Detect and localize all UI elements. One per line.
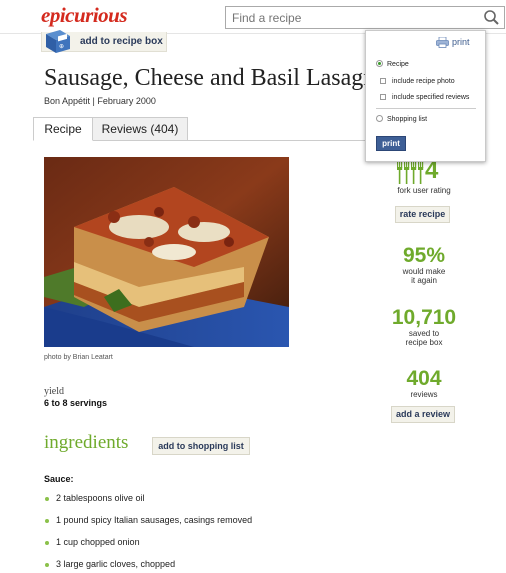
saved-label-line1: saved to <box>408 329 440 338</box>
reviews-stat: 404 reviews <box>380 367 468 400</box>
fork-rating-icon <box>396 160 424 189</box>
svg-text:⊕: ⊕ <box>59 44 64 50</box>
add-to-recipe-box-button[interactable]: ⊕ add to recipe box <box>41 30 167 53</box>
recipe-box-icon: ⊕ <box>42 28 74 59</box>
make-again-percent: 95% <box>402 244 446 267</box>
print-button[interactable]: print <box>376 136 406 151</box>
search-box <box>225 6 505 29</box>
print-option-photo-label: include recipe photo <box>392 78 455 85</box>
make-again-label-line2: it again <box>411 276 437 285</box>
radio-selected-icon <box>376 60 383 67</box>
search-input[interactable] <box>226 7 476 28</box>
epicurious-logo[interactable]: epicurious <box>41 3 128 28</box>
reviews-count: 404 <box>406 367 442 390</box>
ingredient-item: 1 pound spicy Italian sausages, casings … <box>44 515 344 537</box>
tab-recipe[interactable]: Recipe <box>33 117 93 141</box>
fork-rating-label: fork user rating <box>397 186 451 195</box>
ingredient-item: 3 large garlic cloves, chopped <box>44 559 344 573</box>
checkbox-icon <box>380 94 386 100</box>
print-option-shopping-label: Shopping list <box>387 116 428 123</box>
print-options-panel: print Recipe include recipe photo includ… <box>365 30 486 162</box>
saved-stat: 10,710 saved to recipe box <box>380 306 468 348</box>
recipe-tabs: Recipe Reviews (404) <box>33 117 371 141</box>
reviews-label: reviews <box>410 390 438 399</box>
make-again-stat: 95% would make it again <box>380 244 468 286</box>
add-review-button[interactable]: add a review <box>391 406 455 423</box>
print-option-reviews[interactable]: include specified reviews <box>380 94 469 101</box>
yield-label: yield <box>44 386 64 397</box>
print-option-photo[interactable]: include recipe photo <box>380 78 455 85</box>
recipe-title: Sausage, Cheese and Basil Lasagna <box>44 65 366 91</box>
print-option-reviews-label: include specified reviews <box>392 94 470 101</box>
photo-credit: photo by Brian Leatart <box>44 354 113 361</box>
ingredient-text: 2 tablespoons olive oil <box>56 493 145 503</box>
ingredient-item: 2 tablespoons olive oil <box>44 493 344 515</box>
bullet-icon <box>45 519 49 523</box>
ingredient-section-sauce: Sauce: <box>44 474 74 484</box>
recipe-source: Bon Appétit | February 2000 <box>44 96 156 106</box>
ingredient-list: 2 tablespoons olive oil 1 pound spicy It… <box>44 493 344 573</box>
radio-unselected-icon <box>376 115 383 122</box>
ingredient-text: 1 cup chopped onion <box>56 537 140 547</box>
recipe-photo <box>44 157 289 347</box>
checkbox-icon <box>380 78 386 84</box>
printer-icon <box>436 36 449 50</box>
print-option-recipe-label: Recipe <box>387 61 409 68</box>
ingredients-heading: ingredients <box>44 432 129 453</box>
yield-value: 6 to 8 servings <box>44 398 108 408</box>
saved-count: 10,710 <box>391 306 457 329</box>
search-icon[interactable] <box>482 8 502 27</box>
bullet-icon <box>45 497 49 501</box>
fork-rating-caption: fork user rating <box>380 186 468 195</box>
saved-label-line2: recipe box <box>405 338 443 347</box>
add-to-recipe-box-label: add to recipe box <box>80 36 163 47</box>
ingredient-text: 1 pound spicy Italian sausages, casings … <box>56 515 253 525</box>
tab-reviews[interactable]: Reviews (404) <box>93 117 188 141</box>
rate-recipe-button[interactable]: rate recipe <box>395 206 450 223</box>
bullet-icon <box>45 563 49 567</box>
print-option-shopping-list[interactable]: Shopping list <box>376 115 427 123</box>
print-option-recipe[interactable]: Recipe <box>376 60 409 68</box>
print-link-label: print <box>452 37 470 47</box>
print-options-divider <box>376 108 476 109</box>
ingredient-text: 3 large garlic cloves, chopped <box>56 559 176 569</box>
top-bar: epicurious <box>0 0 506 34</box>
ingredient-item: 1 cup chopped onion <box>44 537 344 559</box>
add-to-shopping-list-button[interactable]: add to shopping list <box>152 437 250 455</box>
make-again-label-line1: would make <box>402 267 446 276</box>
bullet-icon <box>45 541 49 545</box>
